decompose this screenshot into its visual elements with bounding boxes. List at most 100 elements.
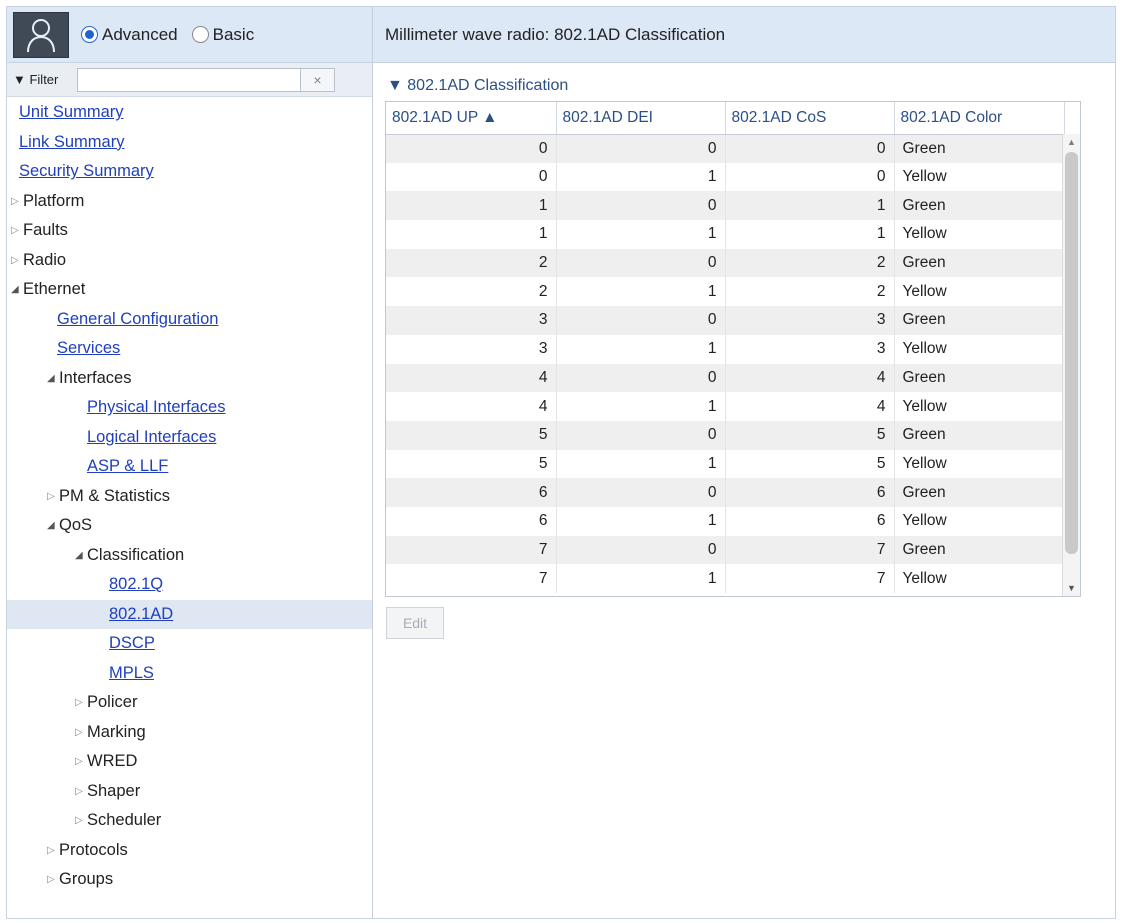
nav-folder-platform[interactable]: ▷ Platform: [7, 187, 372, 217]
up-cell: 3: [386, 334, 557, 364]
collapsed-arrow-icon[interactable]: ▷: [75, 756, 87, 767]
nav-link-asp-llf[interactable]: ASP & LLF: [7, 452, 372, 482]
expanded-arrow-icon[interactable]: ◢: [75, 550, 87, 561]
nav-folder-scheduler[interactable]: ▷ Scheduler: [7, 806, 372, 836]
table-row[interactable]: 3 1 3 Yellow: [386, 334, 1065, 364]
table-row[interactable]: 4 1 4 Yellow: [386, 392, 1065, 421]
nav-label: WRED: [87, 752, 138, 771]
scroll-down-icon[interactable]: ▼: [1063, 580, 1080, 596]
nav-label: Groups: [59, 870, 114, 889]
cos-cell: 2: [725, 277, 895, 307]
dei-cell: 1: [556, 277, 726, 307]
nav-folder-interfaces[interactable]: ◢ Interfaces: [7, 364, 372, 394]
filter-bar: ▼ Filter ×: [7, 63, 372, 97]
table-row[interactable]: 7 1 7 Yellow: [386, 564, 1065, 593]
clear-filter-icon[interactable]: ×: [301, 67, 335, 92]
table-scrollbar[interactable]: ▲ ▼: [1062, 134, 1080, 596]
table-row[interactable]: 5 0 5 Green: [386, 420, 1065, 450]
nav-folder-radio[interactable]: ▷ Radio: [7, 246, 372, 276]
collapsed-arrow-icon[interactable]: ▷: [75, 786, 87, 797]
collapsed-arrow-icon[interactable]: ▷: [75, 815, 87, 826]
dei-cell: 1: [556, 334, 726, 364]
nav-folder-wred[interactable]: ▷ WRED: [7, 747, 372, 777]
nav-folder-marking[interactable]: ▷ Marking: [7, 718, 372, 748]
color-cell: Green: [894, 363, 1065, 393]
nav-folder-ethernet[interactable]: ◢ Ethernet: [7, 275, 372, 305]
nav-link-physical-interfaces[interactable]: Physical Interfaces: [7, 393, 372, 423]
up-cell: 2: [386, 248, 557, 278]
color-cell: Green: [894, 420, 1065, 450]
edit-button[interactable]: Edit: [386, 607, 444, 639]
advanced-radio-dot[interactable]: [81, 26, 98, 43]
table-row[interactable]: 5 1 5 Yellow: [386, 449, 1065, 479]
section-collapse-toggle[interactable]: ▼ 802.1AD Classification: [387, 77, 568, 95]
collapsed-arrow-icon[interactable]: ▷: [11, 196, 23, 207]
nav-folder-policer[interactable]: ▷ Policer: [7, 688, 372, 718]
table-row[interactable]: 2 1 2 Yellow: [386, 277, 1065, 307]
column-header[interactable]: 802.1AD CoS: [725, 102, 895, 135]
navigation-tree: Unit Summary Link Summary Security Summary…: [7, 98, 372, 895]
table-row[interactable]: 2 0 2 Green: [386, 248, 1065, 278]
collapsed-arrow-icon[interactable]: ▷: [75, 697, 87, 708]
collapsed-arrow-icon[interactable]: ▷: [11, 225, 23, 236]
nav-label: Unit Summary: [19, 103, 124, 122]
column-header[interactable]: 802.1AD Color: [894, 102, 1065, 135]
collapsed-arrow-icon[interactable]: ▷: [75, 727, 87, 738]
expanded-arrow-icon[interactable]: ◢: [11, 284, 23, 295]
nav-link-link-summary[interactable]: Link Summary: [7, 128, 372, 158]
nav-folder-classification[interactable]: ◢ Classification: [7, 541, 372, 571]
nav-label: General Configuration: [57, 309, 219, 328]
nav-label: ASP & LLF: [87, 457, 169, 476]
table-row[interactable]: 0 0 0 Green: [386, 134, 1065, 163]
table-row[interactable]: 6 0 6 Green: [386, 478, 1065, 507]
nav-label: Shaper: [87, 781, 141, 800]
nav-label: Classification: [87, 545, 185, 564]
collapsed-arrow-icon[interactable]: ▷: [47, 874, 59, 885]
nav-link-802-1ad[interactable]: 802.1AD: [7, 599, 372, 629]
nav-label: Services: [57, 339, 121, 358]
user-avatar-icon[interactable]: [13, 11, 69, 58]
advanced-radio-label[interactable]: Advanced: [102, 25, 178, 45]
nav-folder-shaper[interactable]: ▷ Shaper: [7, 777, 372, 807]
nav-link-logical-interfaces[interactable]: Logical Interfaces: [7, 423, 372, 453]
table-row[interactable]: 7 0 7 Green: [386, 535, 1065, 565]
collapsed-arrow-icon[interactable]: ▷: [47, 491, 59, 502]
nav-folder-qos[interactable]: ◢ QoS: [7, 511, 372, 541]
dei-cell: 0: [556, 134, 726, 163]
basic-radio-dot[interactable]: [191, 26, 209, 43]
nav-link-unit-summary[interactable]: Unit Summary: [7, 98, 372, 128]
nav-link-services[interactable]: Services: [7, 334, 372, 364]
up-cell: 4: [386, 363, 557, 393]
cos-cell: 6: [725, 506, 895, 536]
column-header[interactable]: 802.1AD DEI: [556, 102, 726, 135]
basic-radio-label[interactable]: Basic: [213, 25, 255, 45]
expanded-arrow-icon[interactable]: ◢: [47, 373, 59, 384]
nav-folder-faults[interactable]: ▷ Faults: [7, 216, 372, 246]
column-header[interactable]: 802.1AD UP ▲: [386, 102, 557, 135]
table-row[interactable]: 4 0 4 Green: [386, 363, 1065, 393]
nav-folder-pm-statistics[interactable]: ▷ PM & Statistics: [7, 482, 372, 512]
nav-link-general-configuration[interactable]: General Configuration: [7, 305, 372, 335]
table-row[interactable]: 1 1 1 Yellow: [386, 220, 1065, 249]
cos-cell: 0: [725, 134, 895, 163]
table-row[interactable]: 1 0 1 Green: [386, 191, 1065, 221]
scroll-up-icon[interactable]: ▲: [1063, 134, 1080, 150]
table-row[interactable]: 0 1 0 Yellow: [386, 162, 1065, 192]
filter-label[interactable]: ▼ Filter: [13, 72, 77, 87]
scroll-thumb[interactable]: [1065, 152, 1078, 554]
nav-link-dscp[interactable]: DSCP: [7, 629, 372, 659]
advanced-radio[interactable]: Advanced: [81, 25, 178, 45]
expanded-arrow-icon[interactable]: ◢: [47, 520, 59, 531]
nav-folder-protocols[interactable]: ▷ Protocols: [7, 836, 372, 866]
nav-folder-groups[interactable]: ▷ Groups: [7, 865, 372, 895]
basic-radio[interactable]: Basic: [191, 25, 255, 45]
nav-link-mpls[interactable]: MPLS: [7, 659, 372, 689]
collapsed-arrow-icon[interactable]: ▷: [11, 255, 23, 266]
nav-link-security-summary[interactable]: Security Summary: [7, 157, 372, 187]
up-cell: 2: [386, 277, 557, 307]
table-row[interactable]: 3 0 3 Green: [386, 306, 1065, 335]
nav-link-802-1q[interactable]: 802.1Q: [7, 570, 372, 600]
filter-input[interactable]: [77, 67, 301, 92]
table-row[interactable]: 6 1 6 Yellow: [386, 506, 1065, 536]
collapsed-arrow-icon[interactable]: ▷: [47, 845, 59, 856]
